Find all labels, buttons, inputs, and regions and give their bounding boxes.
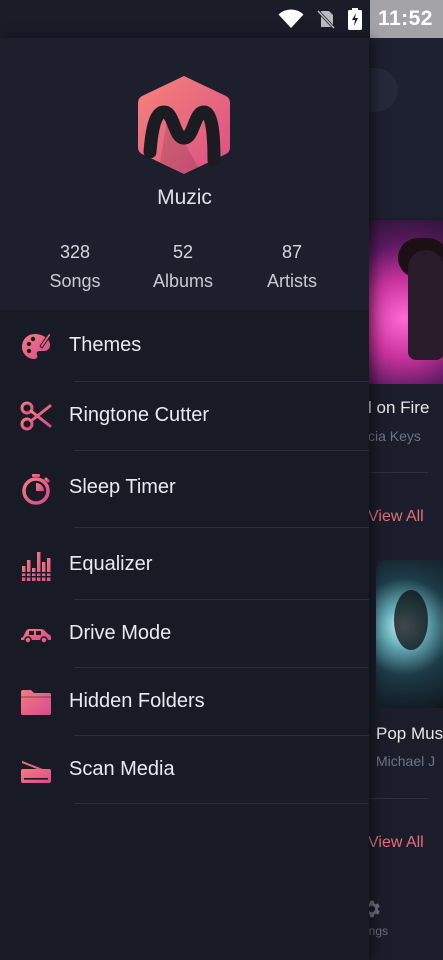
view-all-link[interactable]: View All — [368, 508, 424, 526]
wifi-icon — [278, 9, 304, 28]
album-artist: Michael J — [376, 753, 436, 769]
menu-item-drive-mode[interactable]: Drive Mode — [0, 600, 369, 668]
no-sim-icon — [316, 9, 336, 29]
divider — [368, 798, 428, 799]
gear-icon — [368, 900, 380, 918]
stat-albums-count: 52 — [172, 242, 194, 262]
album-art-face — [394, 590, 428, 650]
palette-icon — [22, 332, 52, 359]
menu-item-label: Scan Media — [69, 758, 175, 780]
status-icons — [278, 8, 370, 30]
song-title[interactable]: l on Fire — [368, 398, 429, 418]
menu-item-label: Ringtone Cutter — [69, 404, 210, 426]
scissors-icon — [20, 401, 52, 431]
settings-icon[interactable] — [368, 898, 382, 920]
menu-item-ringtone-cutter[interactable]: Ringtone Cutter — [0, 382, 369, 450]
song-artist: cia Keys — [368, 428, 421, 444]
drawer-header: Muzic 328 Songs 52 Albums 87 Artists — [0, 38, 369, 310]
library-stats: 328 Songs 52 Albums 87 Artists — [0, 242, 369, 302]
stopwatch-icon — [22, 474, 50, 505]
navigation-drawer: Muzic 328 Songs 52 Albums 87 Artists The… — [0, 38, 369, 960]
app-name: Muzic — [157, 186, 212, 209]
album-title[interactable]: Pop Mus — [376, 724, 443, 744]
car-icon — [21, 629, 51, 644]
equalizer-icon — [22, 552, 51, 581]
menu-item-equalizer[interactable]: Equalizer — [0, 528, 369, 596]
status-time-box: 11:52 — [369, 0, 443, 38]
album-art[interactable] — [368, 220, 443, 384]
view-all-link[interactable]: View All — [368, 834, 424, 852]
battery-charging-icon — [347, 8, 362, 30]
menu-item-scan-media[interactable]: Scan Media — [0, 736, 369, 804]
menu-item-hidden-folders[interactable]: Hidden Folders — [0, 668, 369, 736]
stat-songs-count: 328 — [59, 242, 91, 262]
menu-item-label: Drive Mode — [69, 622, 172, 644]
status-bar: 11:52 — [0, 0, 443, 38]
app-logo-icon — [138, 76, 230, 174]
status-bar-right: 11:52 — [278, 0, 443, 38]
menu-item-label: Equalizer — [69, 553, 153, 575]
stat-artists-label: Artists — [266, 271, 317, 291]
stat-songs-label: Songs — [49, 271, 101, 291]
stat-artists-count: 87 — [281, 242, 303, 262]
menu-item-sleep-timer[interactable]: Sleep Timer — [0, 451, 369, 519]
folder-icon — [21, 690, 51, 715]
menu-item-label: Hidden Folders — [69, 690, 205, 712]
status-time: 11:52 — [377, 7, 433, 30]
menu-item-label: Sleep Timer — [69, 476, 176, 498]
divider — [368, 472, 428, 473]
stat-songs[interactable]: 328 Songs — [20, 242, 130, 292]
menu-item-label: Themes — [69, 334, 142, 356]
stat-albums-label: Albums — [152, 271, 214, 291]
menu-item-themes[interactable]: Themes — [0, 310, 369, 378]
album-art[interactable] — [376, 560, 443, 708]
scanner-icon — [21, 761, 51, 783]
album-art-figure — [408, 250, 443, 360]
settings-tab-label[interactable]: ings — [368, 924, 388, 938]
menu-divider — [74, 803, 369, 804]
stat-albums[interactable]: 52 Albums — [128, 242, 238, 292]
stat-artists[interactable]: 87 Artists — [237, 242, 347, 292]
background-content-clip: l on Fire cia Keys View All Pop Mus Mich… — [368, 0, 443, 960]
